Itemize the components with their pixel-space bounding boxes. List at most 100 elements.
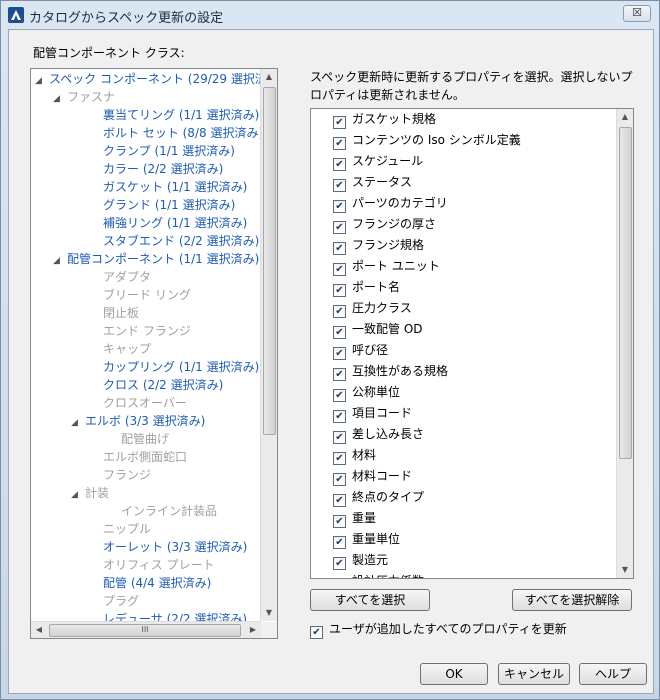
property-list[interactable]: ✔ ガスケット規格 ✔ コンテンツの Iso シンボル定義 ✔ スケジュール ✔ ステータス ✔… bbox=[310, 108, 634, 579]
checkbox-icon[interactable]: ✔ bbox=[333, 116, 346, 129]
tree-item[interactable]: 補強リング (1/1 選択済み) bbox=[89, 214, 247, 232]
checkbox-icon[interactable]: ✔ bbox=[333, 515, 346, 528]
checkbox-icon[interactable]: ✔ bbox=[333, 158, 346, 171]
checkbox-icon[interactable]: ✔ bbox=[333, 494, 346, 507]
property-item[interactable]: ✔ 呼び径 bbox=[333, 340, 388, 361]
checkbox-icon[interactable]: ✔ bbox=[333, 368, 346, 381]
property-item[interactable]: ✔ 製造元 bbox=[333, 550, 388, 571]
tree-item[interactable]: 配管曲げ bbox=[107, 430, 169, 448]
tree-vertical-scrollbar[interactable]: ▲ ▼ bbox=[260, 69, 277, 621]
scroll-down-icon[interactable]: ▼ bbox=[617, 562, 633, 578]
property-item[interactable]: ✔ 終点のタイプ bbox=[333, 487, 424, 508]
property-item[interactable]: ✔ 重量 bbox=[333, 508, 376, 529]
property-item[interactable]: ✔ フランジの厚さ bbox=[333, 214, 436, 235]
checkbox-icon[interactable]: ✔ bbox=[333, 137, 346, 150]
tree-item[interactable]: 配管 (4/4 選択済み) bbox=[89, 574, 211, 592]
property-vertical-scrollbar[interactable]: ▲ ▼ bbox=[616, 109, 633, 578]
scroll-up-icon[interactable]: ▲ bbox=[261, 69, 277, 85]
tree-item[interactable]: スタブエンド (2/2 選択済み) bbox=[89, 232, 259, 250]
property-item[interactable]: ✔ 重量単位 bbox=[333, 529, 400, 550]
property-item[interactable]: ✔ 材料 bbox=[333, 445, 376, 466]
checkbox-icon[interactable]: ✔ bbox=[333, 326, 346, 339]
tree-item[interactable]: クランプ (1/1 選択済み) bbox=[89, 142, 235, 160]
scroll-left-icon[interactable]: ◀ bbox=[31, 622, 47, 638]
expand-toggle-icon[interactable]: ◢ bbox=[53, 252, 67, 270]
cancel-button[interactable]: キャンセル bbox=[498, 663, 570, 685]
tree-item[interactable]: ニップル bbox=[89, 520, 151, 538]
tree-item[interactable]: 閉止板 bbox=[89, 304, 139, 322]
scroll-up-icon[interactable]: ▲ bbox=[617, 109, 633, 125]
checkbox-icon[interactable]: ✔ bbox=[333, 305, 346, 318]
tree-item[interactable]: カップリング (1/1 選択済み) bbox=[89, 358, 259, 376]
property-item[interactable]: ✔ 互換性がある規格 bbox=[333, 361, 448, 382]
tree-item[interactable]: フランジ bbox=[89, 466, 151, 484]
tree-item[interactable]: ◢ 配管コンポーネント (1/1 選択済み) bbox=[53, 250, 259, 268]
tree-item[interactable]: キャップ bbox=[89, 340, 151, 358]
checkbox-icon[interactable]: ✔ bbox=[333, 347, 346, 360]
property-item[interactable]: ✔ ステータス bbox=[333, 172, 412, 193]
checkbox-icon[interactable]: ✔ bbox=[333, 200, 346, 213]
expand-toggle-icon[interactable]: ◢ bbox=[71, 486, 85, 504]
property-item[interactable]: ✔ パーツのカテゴリ bbox=[333, 193, 448, 214]
checkbox-icon[interactable]: ✔ bbox=[333, 578, 346, 579]
component-class-tree[interactable]: ◢ スペック コンポーネント (29/29 選択済 ◢ ファスナ 裏当てリング (1/1… bbox=[30, 68, 278, 639]
tree-item[interactable]: ◢ エルボ (3/3 選択済み) bbox=[71, 412, 205, 430]
scroll-down-icon[interactable]: ▼ bbox=[261, 605, 277, 621]
scroll-right-icon[interactable]: ▶ bbox=[245, 622, 261, 638]
tree-item[interactable]: インライン計装品 bbox=[107, 502, 217, 520]
tree-item[interactable]: ◢ スペック コンポーネント (29/29 選択済 bbox=[35, 70, 261, 88]
property-item[interactable]: ✔ 設計圧力係数 bbox=[333, 571, 424, 579]
tree-item[interactable]: カラー (2/2 選択済み) bbox=[89, 160, 223, 178]
tree-horizontal-scrollbar[interactable]: ◀ III ▶ bbox=[31, 621, 261, 638]
checkbox-icon[interactable]: ✔ bbox=[333, 431, 346, 444]
tree-item[interactable]: アダプタ bbox=[89, 268, 151, 286]
ok-button[interactable]: OK bbox=[420, 663, 488, 685]
tree-item[interactable]: オリフィス プレート bbox=[89, 556, 215, 574]
property-item[interactable]: ✔ ガスケット規格 bbox=[333, 109, 436, 130]
tree-hscroll-thumb[interactable]: III bbox=[49, 624, 241, 637]
tree-item[interactable]: グランド (1/1 選択済み) bbox=[89, 196, 235, 214]
property-item[interactable]: ✔ 一致配管 OD bbox=[333, 319, 423, 340]
property-item[interactable]: ✔ コンテンツの Iso シンボル定義 bbox=[333, 130, 521, 151]
update-user-properties-checkbox[interactable]: ✔ ユーザが追加したすべてのプロパティを更新 bbox=[310, 622, 567, 639]
tree-item[interactable]: レデューサ (2/2 選択済み) bbox=[89, 610, 247, 621]
property-item[interactable]: ✔ 公称単位 bbox=[333, 382, 400, 403]
property-item[interactable]: ✔ ポート名 bbox=[333, 277, 400, 298]
checkbox-icon[interactable]: ✔ bbox=[333, 473, 346, 486]
checkbox-icon[interactable]: ✔ bbox=[333, 557, 346, 570]
checkbox-icon[interactable]: ✔ bbox=[333, 410, 346, 423]
expand-toggle-icon[interactable]: ◢ bbox=[53, 90, 67, 108]
property-item[interactable]: ✔ 材料コード bbox=[333, 466, 412, 487]
expand-toggle-icon[interactable]: ◢ bbox=[71, 414, 85, 432]
tree-item[interactable]: ブリード リング bbox=[89, 286, 191, 304]
title-bar[interactable]: カタログからスペック更新の設定 ☒ bbox=[1, 1, 659, 29]
property-item[interactable]: ✔ スケジュール bbox=[333, 151, 423, 172]
checkbox-icon[interactable]: ✔ bbox=[333, 452, 346, 465]
tree-item[interactable]: ボルト セット (8/8 選択済み) bbox=[89, 124, 261, 142]
tree-item[interactable]: エルボ側面蛇口 bbox=[89, 448, 187, 466]
tree-item[interactable]: クロスオーバー bbox=[89, 394, 187, 412]
close-button[interactable]: ☒ bbox=[623, 5, 651, 22]
tree-item[interactable]: ガスケット (1/1 選択済み) bbox=[89, 178, 247, 196]
tree-scroll-thumb[interactable] bbox=[263, 87, 276, 435]
tree-item[interactable]: オーレット (3/3 選択済み) bbox=[89, 538, 247, 556]
checkbox-icon[interactable]: ✔ bbox=[333, 221, 346, 234]
checkbox-icon[interactable]: ✔ bbox=[310, 626, 323, 639]
expand-toggle-icon[interactable]: ◢ bbox=[35, 72, 49, 90]
tree-item[interactable]: クロス (2/2 選択済み) bbox=[89, 376, 223, 394]
property-scroll-thumb[interactable] bbox=[619, 127, 632, 459]
help-button[interactable]: ヘルプ bbox=[579, 663, 647, 685]
checkbox-icon[interactable]: ✔ bbox=[333, 242, 346, 255]
property-item[interactable]: ✔ フランジ規格 bbox=[333, 235, 424, 256]
checkbox-icon[interactable]: ✔ bbox=[333, 284, 346, 297]
checkbox-icon[interactable]: ✔ bbox=[333, 179, 346, 192]
property-item[interactable]: ✔ 差し込み長さ bbox=[333, 424, 424, 445]
property-item[interactable]: ✔ 圧力クラス bbox=[333, 298, 412, 319]
tree-item[interactable]: ◢ 計装 bbox=[71, 484, 109, 502]
checkbox-icon[interactable]: ✔ bbox=[333, 263, 346, 276]
property-item[interactable]: ✔ 項目コード bbox=[333, 403, 412, 424]
checkbox-icon[interactable]: ✔ bbox=[333, 389, 346, 402]
select-all-button[interactable]: すべてを選択 bbox=[310, 589, 430, 611]
tree-item[interactable]: プラグ bbox=[89, 592, 139, 610]
tree-item[interactable]: 裏当てリング (1/1 選択済み) bbox=[89, 106, 259, 124]
